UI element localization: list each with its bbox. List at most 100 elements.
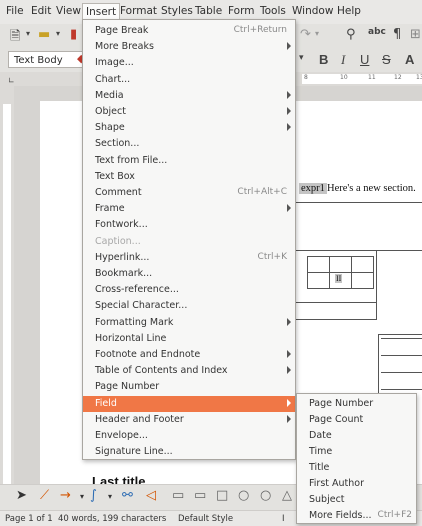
menu-item-envelope[interactable]: Envelope... [83, 428, 295, 444]
chevron-down-icon[interactable]: ▾ [299, 53, 304, 63]
table-border [307, 272, 373, 273]
menu-table[interactable]: Table [193, 5, 224, 17]
spellcheck-icon[interactable]: abc [368, 27, 386, 37]
menu-item-caption: Caption... [83, 234, 295, 250]
section-text[interactable]: Here's a new section. [327, 183, 416, 194]
formatting-marks-icon[interactable]: ¶ [393, 27, 401, 42]
menu-form[interactable]: Form [226, 5, 256, 17]
menu-item-cross-reference[interactable]: Cross-reference... [83, 282, 295, 298]
menu-item-field[interactable]: Field [83, 395, 295, 412]
menu-item-footnote-and-endnote[interactable]: Footnote and Endnote [83, 347, 295, 363]
arrow-line-icon[interactable]: → [60, 488, 71, 503]
table-cell-text[interactable]: II [335, 274, 343, 283]
circle-icon[interactable]: ○ [260, 488, 271, 503]
italic-button[interactable]: I [341, 52, 345, 68]
superscript-button[interactable]: A [405, 52, 414, 67]
menu-item-fontwork[interactable]: Fontwork... [83, 217, 295, 233]
rectangle-rounded-icon[interactable]: ▭ [194, 488, 206, 503]
field-item-title[interactable]: Title [297, 460, 416, 476]
menu-item-comment[interactable]: Comment Ctrl+Alt+C [83, 185, 295, 201]
field-item-subject[interactable]: Subject [297, 492, 416, 508]
chevron-down-icon[interactable]: ▾ [26, 29, 30, 38]
square-icon[interactable]: □ [216, 488, 228, 503]
menu-item-horizontal-line[interactable]: Horizontal Line [83, 331, 295, 347]
menu-styles[interactable]: Styles [159, 5, 195, 17]
ellipse-icon[interactable]: ○ [238, 488, 249, 503]
curve-tool-icon[interactable]: ∫ [90, 488, 97, 503]
menu-item-image[interactable]: Image... [83, 55, 295, 71]
menu-tools[interactable]: Tools [258, 5, 288, 17]
table-border [329, 256, 330, 289]
strikethrough-button[interactable]: S [382, 52, 391, 67]
menu-item-bookmark[interactable]: Bookmark... [83, 266, 295, 282]
menu-item-special-character[interactable]: Special Character... [83, 298, 295, 314]
tab-stop-icon[interactable]: ∟ [8, 76, 15, 85]
menu-item-object[interactable]: Object [83, 104, 295, 120]
menu-item-shape[interactable]: Shape [83, 120, 295, 136]
ruler-tick-label: 8 [304, 74, 308, 81]
menu-item-text-box[interactable]: Text Box [83, 169, 295, 185]
field-item-first-author[interactable]: First Author [297, 476, 416, 492]
menu-file[interactable]: File [4, 5, 26, 17]
line-tool-icon[interactable]: ⟋ [40, 488, 49, 503]
new-document-icon[interactable]: 🗎 [10, 27, 20, 49]
menu-item-label: Caption... [95, 235, 141, 247]
menu-item-label: Comment [95, 187, 142, 198]
field-item-more-fields[interactable]: More Fields... Ctrl+F2 [297, 508, 416, 524]
open-folder-icon[interactable]: ▬ [38, 27, 50, 42]
connector-icon[interactable]: ⚯ [122, 488, 133, 503]
chevron-down-icon[interactable]: ▾ [108, 492, 112, 501]
menu-item-label: Fontwork... [95, 219, 148, 231]
page-style[interactable]: Default Style [178, 514, 233, 524]
chevron-down-icon[interactable]: ▾ [315, 29, 319, 38]
find-replace-icon[interactable]: ⚲ [346, 27, 356, 42]
menu-item-label: Horizontal Line [95, 332, 167, 344]
chevron-down-icon[interactable]: ▾ [80, 492, 84, 501]
table-border [378, 334, 422, 335]
menu-item-hyperlink[interactable]: Hyperlink... Ctrl+K [83, 250, 295, 266]
chevron-down-icon[interactable]: ▾ [56, 29, 60, 38]
insert-mode-indicator[interactable]: I [282, 514, 285, 524]
field-expression[interactable]: expr1 [299, 183, 327, 194]
menu-view[interactable]: View [54, 5, 83, 17]
redo-icon[interactable]: ↷ [300, 27, 311, 42]
menu-edit[interactable]: Edit [29, 5, 53, 17]
save-icon[interactable]: ▮ [70, 27, 77, 42]
more-options-icon[interactable]: ⊞ [410, 27, 421, 42]
menu-item-label: Page Number [95, 381, 160, 393]
submenu-arrow-icon [287, 123, 291, 132]
menu-window[interactable]: Window [290, 5, 335, 17]
menu-item-media[interactable]: Media [83, 88, 295, 104]
table-border [296, 250, 422, 251]
menu-help[interactable]: Help [335, 5, 363, 17]
bold-button[interactable]: B [319, 52, 328, 67]
menu-item-formatting-mark[interactable]: Formatting Mark [83, 315, 295, 331]
menu-item-chart[interactable]: Chart... [83, 72, 295, 88]
field-item-time[interactable]: Time [297, 444, 416, 460]
triangle-icon[interactable]: △ [282, 488, 292, 503]
select-pointer-icon[interactable]: ➤ [16, 488, 27, 503]
menu-format[interactable]: Format [118, 5, 159, 17]
menu-item-page-number[interactable]: Page Number [83, 379, 295, 395]
menu-item-page-break[interactable]: Page Break Ctrl+Return [83, 23, 295, 39]
menu-item-section[interactable]: Section... [83, 136, 295, 152]
table-border [307, 256, 373, 257]
paragraph-style-box[interactable]: Text Body [8, 51, 88, 68]
menu-item-table-of-contents-and-index[interactable]: Table of Contents and Index [83, 363, 295, 379]
rectangle-icon[interactable]: ▭ [172, 488, 184, 503]
menu-item-text-from-file[interactable]: Text from File... [83, 153, 295, 169]
field-item-page-number[interactable]: Page Number [297, 396, 416, 412]
field-item-label: Date [309, 430, 332, 441]
field-item-date[interactable]: Date [297, 428, 416, 444]
page-count[interactable]: Page 1 of 1 [5, 514, 53, 524]
shortcut-label: Ctrl+Return [233, 25, 287, 35]
underline-button[interactable]: U [360, 52, 369, 67]
field-item-page-count[interactable]: Page Count [297, 412, 416, 428]
menu-item-more-breaks[interactable]: More Breaks [83, 39, 295, 55]
menu-item-label: Media [95, 89, 124, 101]
menu-item-header-and-footer[interactable]: Header and Footer [83, 412, 295, 428]
polygon-icon[interactable]: ◁ [146, 488, 156, 503]
menu-item-frame[interactable]: Frame [83, 201, 295, 217]
word-count[interactable]: 40 words, 199 characters [58, 514, 166, 524]
menu-item-signature-line[interactable]: Signature Line... [83, 444, 295, 460]
